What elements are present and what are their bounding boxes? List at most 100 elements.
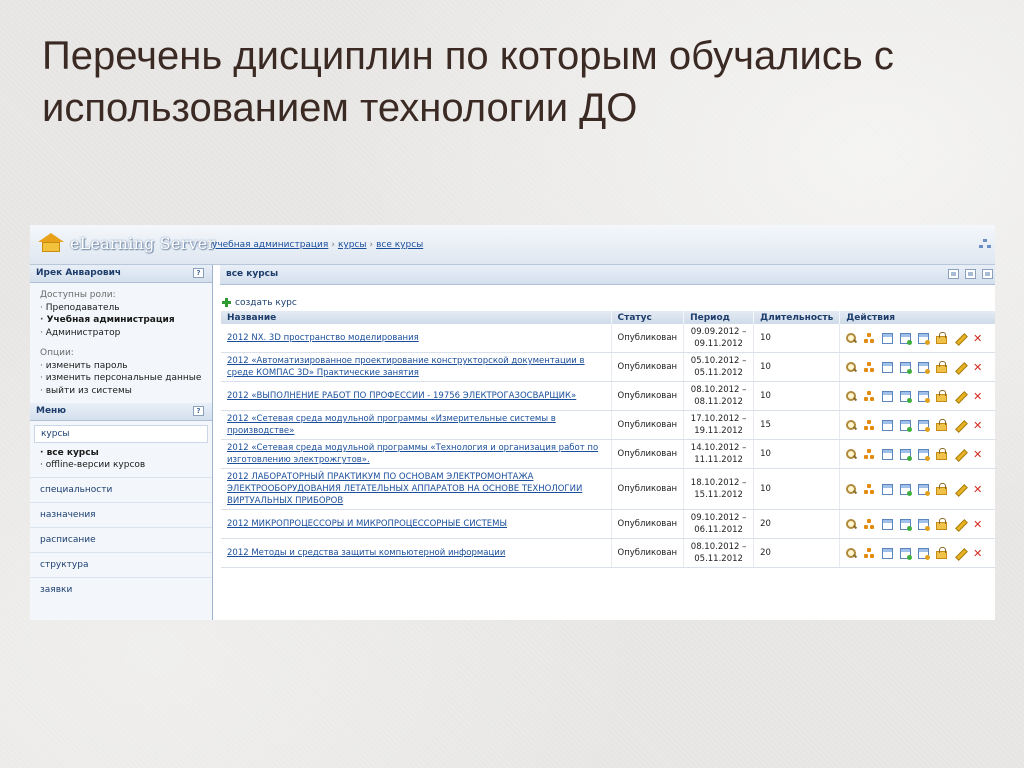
role-teacher[interactable]: Преподаватель: [40, 302, 202, 315]
window-add-icon[interactable]: [900, 448, 913, 461]
logo[interactable]: eLearning Server: [38, 233, 215, 253]
window-add-icon[interactable]: [900, 547, 913, 560]
window-edit-icon[interactable]: [918, 332, 931, 345]
delete-icon[interactable]: ✕: [972, 548, 983, 559]
pencil-icon[interactable]: [954, 362, 965, 373]
column-header-duration[interactable]: Длительность: [753, 311, 841, 324]
window-icon[interactable]: [882, 332, 894, 344]
people-icon[interactable]: [864, 332, 875, 344]
people-icon[interactable]: [864, 518, 875, 530]
search-icon[interactable]: [846, 518, 857, 530]
course-link[interactable]: 2012 МИКРОПРОЦЕССОРЫ И МИКРОПРОЦЕССОРНЫЕ…: [227, 519, 507, 529]
delete-icon[interactable]: ✕: [972, 420, 983, 431]
help-icon[interactable]: ?: [193, 406, 204, 416]
menu-item-schedule[interactable]: расписание: [30, 527, 212, 552]
window-edit-icon[interactable]: [918, 390, 931, 403]
print-icon[interactable]: [948, 269, 959, 279]
breadcrumb-link-admin[interactable]: учебная администрация: [212, 240, 328, 250]
search-icon[interactable]: [846, 448, 857, 460]
column-header-status[interactable]: Статус: [611, 311, 685, 324]
people-icon[interactable]: [864, 390, 875, 402]
pencil-icon[interactable]: [954, 519, 965, 530]
lock-icon[interactable]: [936, 332, 948, 344]
window-add-icon[interactable]: [900, 332, 913, 345]
pencil-icon[interactable]: [954, 548, 965, 559]
menu-item-requests[interactable]: заявки: [30, 577, 212, 602]
search-icon[interactable]: [846, 332, 857, 344]
column-header-period[interactable]: Период: [683, 311, 755, 324]
window-icon[interactable]: [882, 361, 894, 373]
search-icon[interactable]: [846, 361, 857, 373]
search-icon[interactable]: [846, 390, 857, 402]
delete-icon[interactable]: ✕: [972, 519, 983, 530]
menu-sub-offline-courses[interactable]: offline-версии курсов: [40, 459, 202, 471]
window-edit-icon[interactable]: [918, 448, 931, 461]
window-icon[interactable]: [882, 390, 894, 402]
course-link[interactable]: 2012 Методы и средства защиты компьютерн…: [227, 548, 505, 558]
window-icon[interactable]: [882, 448, 894, 460]
lock-icon[interactable]: [936, 547, 948, 559]
window-icon[interactable]: [882, 518, 894, 530]
breadcrumb-link-courses[interactable]: курсы: [338, 240, 367, 250]
people-icon[interactable]: [864, 448, 875, 460]
pencil-icon[interactable]: [954, 449, 965, 460]
column-header-name[interactable]: Название: [221, 311, 612, 324]
course-link[interactable]: 2012 NX. 3D пространство моделирования: [227, 333, 419, 343]
search-icon[interactable]: [846, 483, 857, 495]
course-link[interactable]: 2012 «Сетевая среда модульной программы …: [227, 443, 598, 465]
role-admin-edu[interactable]: Учебная администрация: [40, 314, 202, 327]
option-logout[interactable]: выйти из системы: [40, 385, 202, 398]
delete-icon[interactable]: ✕: [972, 391, 983, 402]
pencil-icon[interactable]: [954, 484, 965, 495]
delete-icon[interactable]: ✕: [972, 362, 983, 373]
people-icon[interactable]: [864, 547, 875, 559]
pencil-icon[interactable]: [954, 391, 965, 402]
menu-item-assignments[interactable]: назначения: [30, 502, 212, 527]
window-add-icon[interactable]: [900, 361, 913, 374]
lock-icon[interactable]: [936, 483, 948, 495]
lock-icon[interactable]: [936, 390, 948, 402]
menu-item-courses-label[interactable]: курсы: [34, 425, 208, 443]
people-icon[interactable]: [864, 361, 875, 373]
course-link[interactable]: 2012 «Автоматизированное проектирование …: [227, 356, 585, 378]
help-panel-icon[interactable]: [982, 269, 993, 279]
course-link[interactable]: 2012 «ВЫПОЛНЕНИЕ РАБОТ ПО ПРОФЕССИИ - 19…: [227, 391, 576, 401]
lock-icon[interactable]: [936, 361, 948, 373]
create-course-link[interactable]: создать курс: [220, 285, 995, 311]
window-edit-icon[interactable]: [918, 361, 931, 374]
people-icon[interactable]: [864, 483, 875, 495]
breadcrumb-link-all-courses[interactable]: все курсы: [376, 240, 423, 250]
course-link[interactable]: 2012 «Сетевая среда модульной программы …: [227, 414, 556, 436]
export-icon[interactable]: [965, 269, 976, 279]
delete-icon[interactable]: ✕: [972, 333, 983, 344]
window-edit-icon[interactable]: [918, 518, 931, 531]
menu-sub-all-courses[interactable]: все курсы: [40, 447, 202, 459]
window-icon[interactable]: [882, 483, 894, 495]
option-change-password[interactable]: изменить пароль: [40, 360, 202, 373]
lock-icon[interactable]: [936, 448, 948, 460]
window-edit-icon[interactable]: [918, 483, 931, 496]
menu-item-structure[interactable]: структура: [30, 552, 212, 577]
menu-item-specialties[interactable]: специальности: [30, 477, 212, 502]
pencil-icon[interactable]: [954, 333, 965, 344]
lock-icon[interactable]: [936, 419, 948, 431]
lock-icon[interactable]: [936, 518, 948, 530]
window-add-icon[interactable]: [900, 483, 913, 496]
delete-icon[interactable]: ✕: [972, 484, 983, 495]
delete-icon[interactable]: ✕: [972, 449, 983, 460]
window-add-icon[interactable]: [900, 518, 913, 531]
window-edit-icon[interactable]: [918, 419, 931, 432]
search-icon[interactable]: [846, 419, 857, 431]
pencil-icon[interactable]: [954, 420, 965, 431]
course-link[interactable]: 2012 ЛАБОРАТОРНЫЙ ПРАКТИКУМ ПО ОСНОВАМ Э…: [227, 472, 582, 506]
sitemap-icon[interactable]: [979, 239, 991, 249]
people-icon[interactable]: [864, 419, 875, 431]
window-add-icon[interactable]: [900, 419, 913, 432]
window-edit-icon[interactable]: [918, 547, 931, 560]
help-icon[interactable]: ?: [193, 268, 204, 278]
role-administrator[interactable]: Администратор: [40, 327, 202, 340]
window-icon[interactable]: [882, 547, 894, 559]
window-add-icon[interactable]: [900, 390, 913, 403]
window-icon[interactable]: [882, 419, 894, 431]
search-icon[interactable]: [846, 547, 857, 559]
